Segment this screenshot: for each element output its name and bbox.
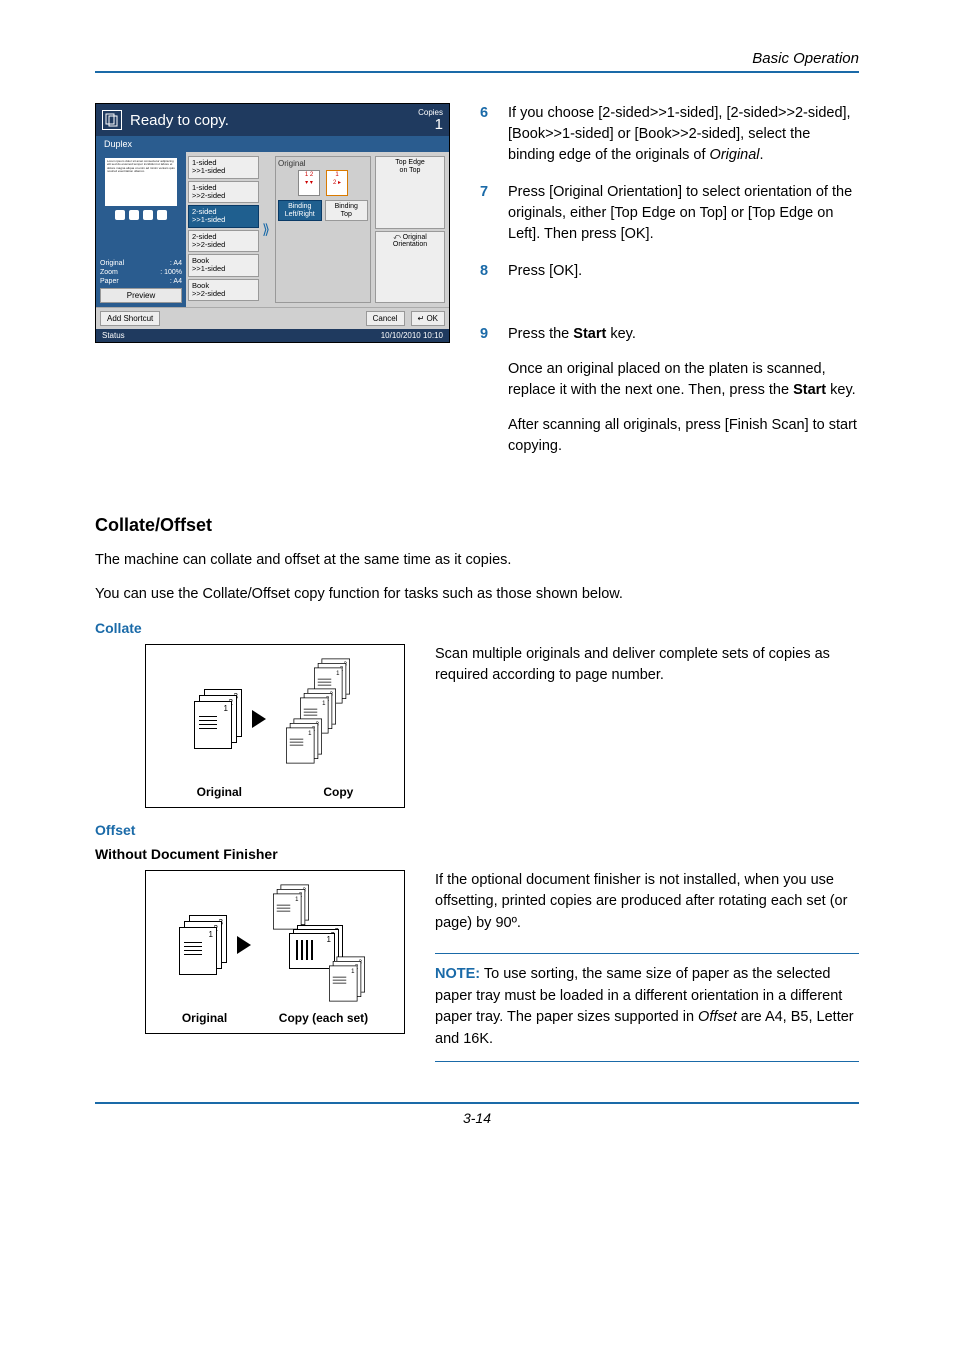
original-stack-icon: 3 2 1 — [179, 915, 227, 975]
diagram-label-copy-set: Copy (each set) — [279, 1011, 368, 1025]
status-label: Status — [102, 331, 125, 340]
top-edge-on-top-button[interactable]: Top Edge on Top — [375, 156, 445, 229]
preview-toolbar — [100, 210, 182, 220]
binding-lr-thumb: 1 2▾ ▾ — [298, 170, 320, 196]
note-label: NOTE: — [435, 966, 480, 982]
panel-left-column: Lorem ipsum dolor sit amet consectetur a… — [96, 152, 186, 307]
step-number: 7 — [480, 182, 508, 245]
original-group-title: Original — [278, 159, 368, 168]
collate-subheading: Collate — [95, 620, 859, 636]
without-finisher-heading: Without Document Finisher — [95, 846, 859, 862]
info-zoom-label: Zoom — [100, 269, 118, 276]
preview-tool-icon[interactable] — [129, 210, 139, 220]
original-binding-group: Original 1 2▾ ▾ 12 ▸ Binding Left/Right … — [275, 156, 371, 303]
collate-offset-heading: Collate/Offset — [95, 515, 859, 536]
collate-intro-2: You can use the Collate/Offset copy func… — [95, 584, 859, 606]
preview-button[interactable]: Preview — [100, 288, 182, 303]
original-orientation-label: Original Orientation — [393, 234, 427, 249]
collate-diagram: 3 2 1 3 2 1 3 2 1 — [145, 644, 405, 808]
step-6: 6 If you choose [2-sided>>1-sided], [2-s… — [480, 103, 859, 166]
panel-subhead: Duplex — [96, 136, 449, 152]
step-text: After scanning all originals, press [Fin… — [508, 415, 859, 457]
arrow-icon — [252, 710, 266, 728]
mode-book-1s[interactable]: Book >>1-sided — [188, 254, 259, 277]
diagram-label-original: Original — [182, 1011, 227, 1025]
duplex-mode-list: 1-sided >>1-sided 1-sided >>2-sided 2-si… — [186, 152, 261, 307]
copies-value: 1 — [418, 117, 443, 132]
orientation-column: Top Edge on Top ⤺ Original Orientation — [375, 156, 445, 303]
info-original-label: Original — [100, 260, 124, 267]
note-block: NOTE: To use sorting, the same size of p… — [435, 953, 859, 1062]
ok-label: OK — [426, 314, 438, 323]
panel-bottom-bar: Add Shortcut Cancel ↵ OK — [96, 307, 449, 329]
original-orientation-button[interactable]: ⤺ Original Orientation — [375, 231, 445, 304]
add-shortcut-button[interactable]: Add Shortcut — [100, 311, 160, 326]
offset-output-icon: 3 2 1 3 2 1 3 2 1 — [261, 885, 371, 1005]
info-paper-label: Paper — [100, 278, 119, 285]
mode-2s-1s[interactable]: 2-sided >>1-sided — [188, 205, 259, 228]
step-8: 8 Press [OK]. — [480, 261, 859, 282]
step-number: 6 — [480, 103, 508, 166]
original-stack-icon: 3 2 1 — [194, 689, 242, 749]
binding-top-thumb: 12 ▸ — [326, 170, 348, 196]
offset-subheading: Offset — [95, 822, 859, 838]
cancel-button[interactable]: Cancel — [366, 311, 405, 326]
step-text: If you choose [2-sided>>1-sided], [2-sid… — [508, 105, 851, 163]
collate-description: Scan multiple originals and deliver comp… — [435, 644, 859, 688]
binding-left-right-button[interactable]: Binding Left/Right — [278, 200, 322, 221]
panel-title: Ready to copy. — [130, 112, 418, 129]
step-9: 9 Press the Start key. Once an original … — [480, 324, 859, 471]
step-text: Press [Original Orientation] to select o… — [508, 182, 859, 245]
page-header: Basic Operation — [95, 50, 859, 71]
binding-top-button[interactable]: Binding Top — [325, 200, 369, 221]
diagram-label-original: Original — [197, 785, 242, 799]
step-text: Press the Start key. — [508, 324, 859, 345]
preview-tool-icon[interactable] — [115, 210, 125, 220]
step-number: 9 — [480, 324, 508, 471]
copies-area: Copies 1 — [418, 108, 443, 132]
copy-sets-icon: 3 2 1 3 2 1 3 2 1 — [276, 659, 356, 779]
step-number: 8 — [480, 261, 508, 282]
status-datetime: 10/10/2010 10:10 — [381, 331, 443, 340]
mode-1s-1s[interactable]: 1-sided >>1-sided — [188, 156, 259, 179]
offset-diagram: 3 2 1 3 2 1 3 2 1 — [145, 870, 405, 1034]
copier-panel: Ready to copy. Copies 1 Duplex Lorem ips… — [95, 103, 450, 343]
footer-rule — [95, 1102, 859, 1104]
collate-intro-1: The machine can collate and offset at th… — [95, 550, 859, 572]
header-rule — [95, 71, 859, 73]
mode-2s-2s[interactable]: 2-sided >>2-sided — [188, 230, 259, 253]
step-7: 7 Press [Original Orientation] to select… — [480, 182, 859, 245]
diagram-label-copy: Copy — [323, 785, 353, 799]
preview-thumbnail: Lorem ipsum dolor sit amet consectetur a… — [105, 158, 177, 206]
step-text: Press [OK]. — [508, 261, 859, 282]
preview-tool-icon[interactable] — [157, 210, 167, 220]
note-text: To use sorting, the same size of paper a… — [435, 966, 854, 1047]
arrow-icon — [237, 936, 251, 954]
ok-button[interactable]: ↵ OK — [411, 311, 446, 326]
page-number: 3-14 — [95, 1110, 859, 1126]
divider-arrow-icon: ⟫ — [261, 152, 271, 307]
panel-titlebar: Ready to copy. Copies 1 — [96, 104, 449, 136]
info-zoom-value: : 100% — [160, 269, 182, 276]
info-paper-value: : A4 — [170, 278, 182, 285]
info-original-value: : A4 — [170, 260, 182, 267]
mode-book-2s[interactable]: Book >>2-sided — [188, 279, 259, 302]
panel-status-bar: Status 10/10/2010 10:10 — [96, 329, 449, 342]
preview-tool-icon[interactable] — [143, 210, 153, 220]
offset-description: If the optional document finisher is not… — [435, 870, 859, 935]
mode-1s-2s[interactable]: 1-sided >>2-sided — [188, 181, 259, 204]
copy-icon — [102, 110, 122, 130]
step-text: Once an original placed on the platen is… — [508, 359, 859, 401]
